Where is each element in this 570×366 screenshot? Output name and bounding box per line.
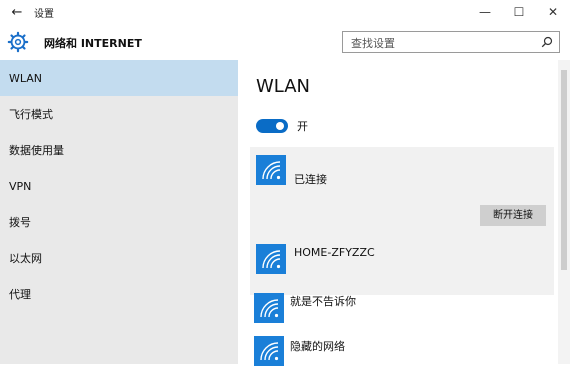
sidebar-item-label: VPN — [9, 179, 32, 193]
main-content: WLAN 开 已连接 断开连接 HOME-ZFYZZC 就是不告诉你 隐藏的网络 — [238, 60, 558, 366]
search-box[interactable] — [342, 31, 560, 53]
sidebar-item-wlan[interactable]: WLAN — [0, 60, 238, 96]
sidebar-item-label: WLAN — [9, 71, 43, 85]
toggle-label: 开 — [297, 120, 308, 133]
toggle-knob — [276, 122, 284, 130]
scrollbar[interactable] — [558, 60, 570, 364]
wifi-icon — [256, 244, 286, 274]
disconnect-button[interactable]: 断开连接 — [480, 205, 546, 226]
sidebar-item-vpn[interactable]: VPN — [0, 168, 238, 204]
sidebar-item-label: 飞行模式 — [9, 108, 53, 121]
search-icon[interactable] — [541, 36, 553, 48]
wifi-icon — [256, 155, 286, 185]
window-controls: — ☐ ✕ — [468, 0, 570, 24]
scroll-thumb[interactable] — [561, 70, 567, 270]
sidebar-item-label: 拨号 — [9, 216, 31, 229]
sidebar: WLAN 飞行模式 数据使用量 VPN 拨号 以太网 代理 — [0, 60, 238, 364]
wifi-icon — [254, 336, 284, 366]
close-icon[interactable]: ✕ — [536, 0, 570, 24]
network-item[interactable]: 就是不告诉你 — [250, 287, 554, 327]
sidebar-item-data-usage[interactable]: 数据使用量 — [0, 132, 238, 168]
settings-header: 网络和 INTERNET — [0, 24, 570, 60]
minimize-icon[interactable]: — — [468, 0, 502, 24]
sidebar-item-dial-up[interactable]: 拨号 — [0, 204, 238, 240]
network-name: HOME-ZFYZZC — [294, 246, 375, 259]
sidebar-item-ethernet[interactable]: 以太网 — [0, 240, 238, 276]
page-title: WLAN — [256, 76, 311, 97]
title-bar: ← 设置 — ☐ ✕ — [0, 0, 570, 24]
sidebar-item-label: 代理 — [9, 288, 31, 301]
back-arrow-icon[interactable]: ← — [0, 0, 34, 24]
sidebar-item-airplane-mode[interactable]: 飞行模式 — [0, 96, 238, 132]
network-name: 隐藏的网络 — [290, 340, 345, 353]
wlan-toggle[interactable] — [256, 119, 288, 133]
gear-icon — [7, 31, 29, 53]
wifi-icon — [254, 293, 284, 323]
wlan-toggle-row: 开 — [256, 118, 308, 134]
network-item[interactable]: HOME-ZFYZZC — [250, 240, 554, 280]
network-item[interactable]: 隐藏的网络 — [250, 332, 554, 366]
sidebar-item-label: 数据使用量 — [9, 144, 64, 157]
sidebar-item-label: 以太网 — [9, 252, 42, 265]
search-input[interactable] — [351, 34, 531, 53]
sidebar-item-proxy[interactable]: 代理 — [0, 276, 238, 312]
window-title: 设置 — [34, 8, 54, 20]
network-status: 已连接 — [294, 173, 327, 186]
section-title: 网络和 INTERNET — [44, 37, 142, 50]
maximize-icon[interactable]: ☐ — [502, 0, 536, 24]
network-name: 就是不告诉你 — [290, 295, 356, 308]
